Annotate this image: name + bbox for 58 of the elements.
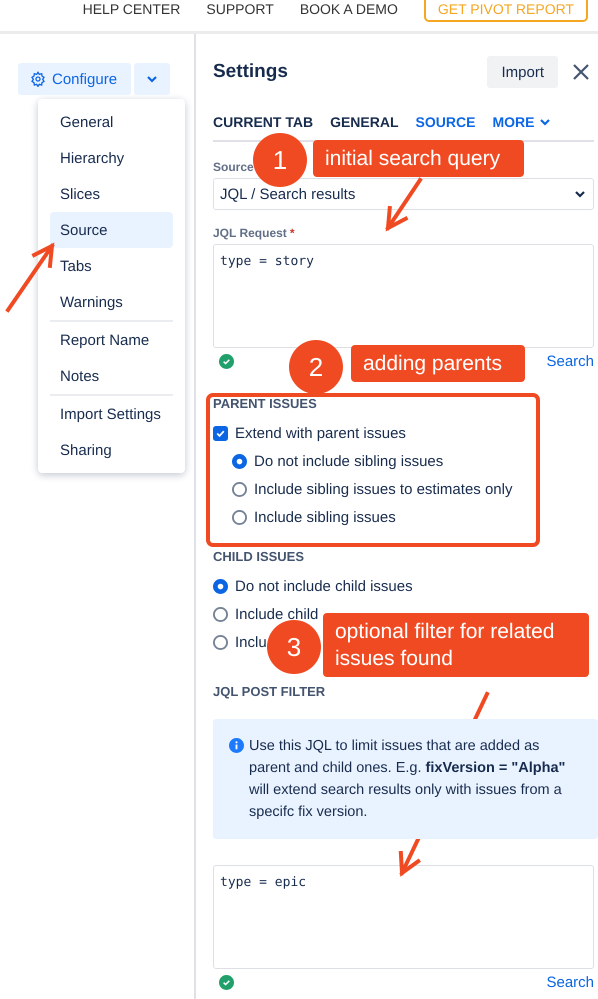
radio-button[interactable] (213, 578, 228, 594)
checkbox[interactable] (213, 426, 228, 440)
nav-link[interactable]: HELP CENTER (82, 0, 180, 17)
menu-item[interactable]: Hierarchy (50, 140, 173, 176)
callout-label: initial search query (313, 140, 524, 177)
nav-link[interactable]: SUPPORT (206, 0, 274, 17)
menu-item[interactable]: Sharing (50, 432, 173, 468)
info-icon (229, 738, 244, 753)
dropdown-button[interactable] (134, 63, 170, 95)
nav-link[interactable]: BOOK A DEMO (300, 0, 398, 17)
step-number: 3 (267, 620, 321, 674)
option-label: Inclu (235, 634, 267, 650)
panel-title: Settings (213, 61, 289, 83)
source-select[interactable]: JQL / Search results (213, 178, 594, 210)
annotation-arrow (386, 178, 422, 232)
step-number: 2 (289, 340, 343, 394)
tab[interactable]: GENERAL (330, 114, 399, 130)
jql-input[interactable]: type = story (213, 244, 594, 348)
menu-item[interactable]: General (50, 104, 173, 140)
section-heading: CHILD ISSUES (213, 549, 304, 564)
required-mark: * (290, 226, 294, 240)
tab[interactable]: CURRENT TAB (213, 114, 314, 130)
section-heading: PARENT ISSUES (213, 396, 317, 411)
search-link[interactable]: Search (546, 974, 594, 990)
menu-item[interactable]: Tabs (50, 248, 173, 284)
radio-button[interactable] (213, 634, 228, 650)
post-filter-input[interactable]: type = epic (213, 865, 594, 969)
more-tab[interactable]: MORE (492, 114, 552, 130)
step-number: 1 (253, 133, 307, 187)
callout-label: optional filter for related issues found (323, 613, 589, 677)
radio-button[interactable] (232, 510, 247, 524)
field-label: JQL Request (213, 226, 287, 240)
close-icon[interactable] (572, 63, 590, 81)
field-label: Source (213, 160, 254, 174)
search-link[interactable]: Search (546, 352, 594, 370)
callout-label: adding parents (351, 345, 525, 382)
option-label: Include child (235, 606, 318, 622)
menu-item[interactable]: Slices (50, 176, 173, 212)
settings-icon (30, 71, 46, 87)
radio-button[interactable] (232, 454, 247, 468)
menu-item[interactable]: Notes (50, 358, 173, 394)
menu-item[interactable]: Warnings (50, 284, 173, 320)
option-label: Do not include child issues (235, 578, 413, 594)
tab[interactable]: SOURCE (416, 114, 476, 130)
option-label: Extend with parent issues (235, 424, 406, 442)
section-heading: JQL POST FILTER (213, 684, 326, 699)
option-label: Include sibling issues to estimates only (254, 480, 512, 498)
configure-button[interactable]: Configure (18, 63, 131, 95)
option-label: Do not include sibling issues (254, 452, 444, 470)
import-button[interactable]: Import (487, 56, 558, 88)
radio-button[interactable] (232, 482, 247, 496)
menu-item[interactable]: Report Name (50, 322, 173, 358)
option-label: Include sibling issues (254, 508, 396, 526)
menu-item[interactable]: Import Settings (50, 396, 173, 432)
info-text: Use this JQL to limit issues that are added as parent and child ones. E.g. fixVersion = "Alpha" will extend search results only with issues from a specifc fix version. (249, 737, 566, 822)
menu-item[interactable]: Source (50, 212, 173, 248)
radio-button[interactable] (213, 606, 228, 622)
annotation-arrow (6, 242, 54, 312)
